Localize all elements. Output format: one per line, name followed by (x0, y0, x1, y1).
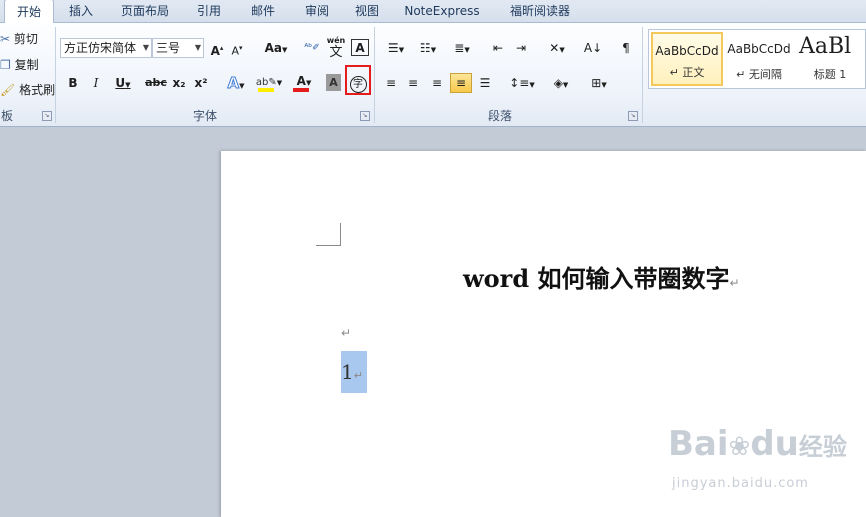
chinese-layout-button[interactable]: ✕▼ (542, 38, 572, 58)
align-right-icon: ≡ (431, 76, 443, 90)
tab-home[interactable]: 开始 (4, 0, 54, 23)
character-border-button[interactable]: A (351, 39, 369, 56)
shading-button[interactable]: ◈▼ (546, 73, 576, 93)
align-left-button[interactable]: ≡ (382, 73, 400, 93)
clipboard-dialog-launcher[interactable]: ↘ (42, 111, 52, 121)
paint-bucket-icon: ◈ (553, 76, 563, 90)
line-spacing-icon: ↕≡ (509, 76, 530, 90)
scissors-icon: ✂ (0, 32, 11, 46)
font-group-label: 字体 (192, 109, 217, 123)
watermark-url: jingyan.baidu.com (672, 476, 809, 491)
underline-button[interactable]: U▼ (110, 73, 136, 93)
text-effects-icon: A (227, 74, 240, 93)
text-effects-button[interactable]: A▼ (222, 73, 250, 93)
superscript-button[interactable]: x² (192, 73, 210, 93)
italic-button[interactable]: I (87, 73, 105, 93)
margin-corner-mark (316, 223, 341, 246)
tab-view[interactable]: 视图 (344, 0, 390, 22)
change-case-button[interactable]: Aa▼ (262, 38, 290, 58)
paragraph-dialog-launcher[interactable]: ↘ (628, 111, 638, 121)
tab-review[interactable]: 审阅 (294, 0, 340, 22)
tab-references[interactable]: 引用 (186, 0, 232, 22)
group-separator (642, 27, 643, 123)
highlighter-icon: ab✎ (255, 77, 277, 88)
distributed-button[interactable]: ☰ (476, 73, 494, 93)
group-separator (374, 27, 375, 123)
character-shading-button[interactable]: A (326, 74, 341, 91)
eraser-icon: ᴬᵇ✐ (304, 43, 320, 53)
ribbon-tab-bar: 开始 插入 页面布局 引用 邮件 审阅 视图 NoteExpress 福昕阅读器 (0, 0, 866, 23)
highlight-color-bar (258, 88, 274, 92)
pilcrow-icon: ¶ (622, 41, 630, 55)
tab-page-layout[interactable]: 页面布局 (114, 0, 176, 22)
clipboard-group-label: 板 (0, 109, 13, 123)
borders-button[interactable]: ⊞▼ (584, 73, 614, 93)
borders-icon: ⊞ (591, 76, 602, 90)
empty-paragraph-mark: ↵ (341, 326, 352, 340)
align-center-button[interactable]: ≡ (404, 73, 422, 93)
baidu-jingyan-watermark: Bai❀du经验 jingyan.baidu.com (668, 424, 848, 504)
font-name-combo[interactable]: 方正仿宋简体 ▼ (60, 38, 152, 58)
chinese-layout-icon: ✕ (549, 41, 560, 55)
justify-icon: ≡ (455, 76, 467, 90)
cut-button[interactable]: ✂ 剪切 (0, 29, 38, 49)
numbering-button[interactable]: ☷▼ (414, 38, 442, 58)
font-size-combo[interactable]: 三号 ▼ (152, 38, 204, 58)
tab-insert[interactable]: 插入 (58, 0, 104, 22)
format-painter-button[interactable]: 🖌 格式刷 (0, 80, 55, 100)
decrease-indent-button[interactable]: ⇤ (488, 38, 508, 58)
style-normal[interactable]: AaBbCcDd ↵ 正文 (651, 32, 723, 86)
line-spacing-button[interactable]: ↕≡▼ (508, 73, 536, 93)
distributed-icon: ☰ (479, 76, 491, 90)
paintbrush-icon: 🖌 (0, 83, 16, 97)
style-heading-1[interactable]: AaBl 标题 1 (795, 32, 865, 86)
tab-noteexpress[interactable]: NoteExpress (398, 0, 486, 22)
numbered-list-icon: ☷ (419, 41, 431, 55)
copy-icon: ❐ (0, 58, 11, 72)
paragraph-group-label: 段落 (487, 109, 512, 123)
watermark-brand: Bai❀du经验 (668, 424, 847, 464)
align-center-icon: ≡ (407, 76, 419, 90)
ribbon: ✂ 剪切 ❐ 复制 🖌 格式刷 板 ↘ 方正仿宋简体 ▼ 三号 ▼ A▴ A▾ … (0, 23, 866, 127)
increase-indent-button[interactable]: ⇥ (511, 38, 531, 58)
multilevel-list-icon: ≣ (454, 41, 465, 55)
sort-button[interactable]: A↓ (582, 38, 604, 58)
document-title[interactable]: word 如何输入带圈数字↵ (463, 259, 740, 294)
clear-formatting-button[interactable]: ᴬᵇ✐ (302, 38, 322, 58)
font-dialog-launcher[interactable]: ↘ (360, 111, 370, 121)
font-color-button[interactable]: A▼ (290, 71, 318, 95)
chevron-down-icon: ▼ (194, 43, 201, 52)
style-no-spacing[interactable]: AaBbCcDd ↵ 无间隔 (723, 32, 795, 86)
strikethrough-button[interactable]: abc (144, 73, 168, 93)
tab-foxit-reader[interactable]: 福昕阅读器 (498, 0, 582, 22)
styles-gallery: AaBbCcDd ↵ 正文 AaBbCcDd ↵ 无间隔 AaBl 标题 1 (648, 29, 866, 89)
highlight-annotation-box (345, 65, 371, 95)
show-formatting-marks-button[interactable]: ¶ (616, 38, 636, 58)
paw-icon: ❀ (728, 432, 751, 462)
phonetic-guide-button[interactable]: wén 文 (325, 35, 347, 59)
sort-icon: A↓ (583, 41, 603, 55)
align-right-button[interactable]: ≡ (428, 73, 446, 93)
group-separator (55, 27, 56, 123)
bullet-list-icon: ☰ (387, 41, 399, 55)
copy-button[interactable]: ❐ 复制 (0, 55, 39, 75)
tab-mailings[interactable]: 邮件 (240, 0, 286, 22)
bullets-button[interactable]: ☰▼ (382, 38, 410, 58)
paragraph-mark: ↵ (729, 276, 740, 290)
shrink-font-button[interactable]: A▾ (228, 38, 246, 58)
selected-number-text[interactable]: 1↵ (341, 351, 367, 393)
outdent-icon: ⇤ (492, 41, 504, 55)
grow-font-button[interactable]: A▴ (208, 38, 226, 58)
text-highlight-button[interactable]: ab✎▼ (254, 71, 284, 95)
justify-button[interactable]: ≡ (450, 73, 472, 93)
font-color-bar (293, 88, 309, 92)
paragraph-mark: ↵ (353, 369, 363, 382)
multilevel-list-button[interactable]: ≣▼ (448, 38, 476, 58)
indent-icon: ⇥ (515, 41, 527, 55)
align-left-icon: ≡ (385, 76, 397, 90)
chevron-down-icon: ▼ (142, 43, 149, 52)
subscript-button[interactable]: x₂ (170, 73, 188, 93)
bold-button[interactable]: B (64, 73, 82, 93)
font-color-icon: A (296, 74, 306, 88)
